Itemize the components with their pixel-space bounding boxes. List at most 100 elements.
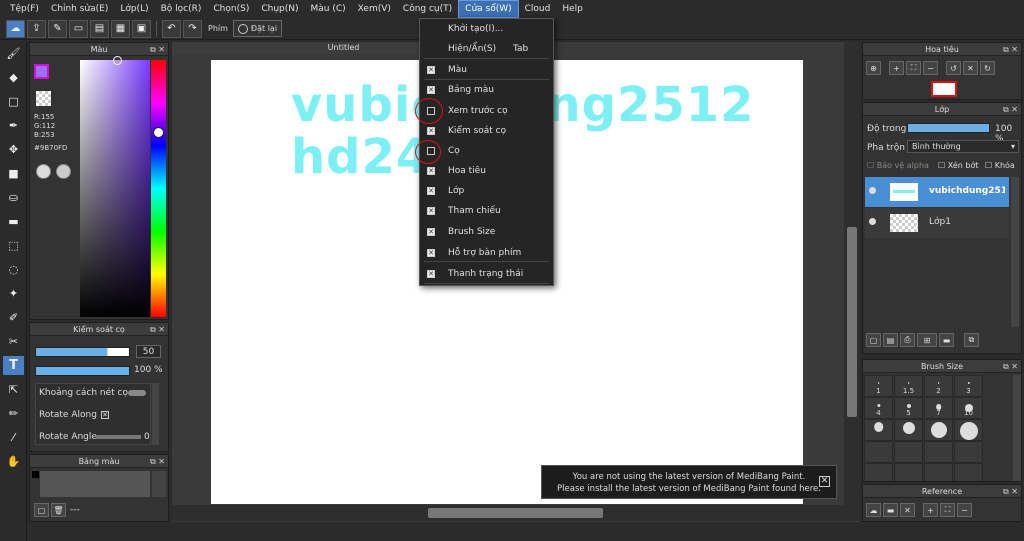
panel-controls-icon[interactable]: ⧉ ✕ [1003,485,1018,498]
chat-icon[interactable]: ▭ [69,19,88,38]
zoom-in-icon[interactable]: + [923,503,938,517]
visibility-icon[interactable] [869,187,876,194]
hue-cursor[interactable] [153,127,164,138]
zoom-out-icon[interactable]: − [923,61,938,75]
window-menu-item[interactable]: ✕ Hoa tiêu [420,162,553,180]
brush-size-cell[interactable] [954,441,983,463]
delete-palette-icon[interactable]: 🗑 [51,503,66,517]
select-rect-icon[interactable]: ⬚ [3,236,24,255]
brush-size-cell[interactable]: 7 [924,397,953,419]
brush-icon[interactable]: 🖌 [3,44,24,63]
brush-size-cell[interactable] [894,463,923,481]
color-mix-icon[interactable] [56,164,71,179]
hue-slider[interactable] [151,60,166,317]
new-8bit-layer-icon[interactable]: ⎙ [900,333,915,347]
brush-size-cell[interactable] [864,463,893,481]
palette-scrollbar[interactable] [152,471,166,497]
menu-item[interactable]: Cloud [519,0,557,18]
canvas-horizontal-scrollbar[interactable] [172,505,860,521]
brush-size-scrollbar[interactable] [1013,375,1021,481]
window-menu-item[interactable]: Hiện/Ẩn(S) Tab [420,40,553,58]
brush-size-slider[interactable] [35,347,130,357]
menu-item[interactable]: Help [556,0,589,18]
menu-item[interactable]: Bộ lọc(R) [155,0,208,18]
brush-size-cell[interactable] [924,463,953,481]
panel-controls-icon[interactable]: ⧉ ✕ [150,43,165,56]
clip[interactable]: ☐ Xén bớt [938,161,978,170]
brush-size-cell[interactable] [924,441,953,463]
menu-item[interactable]: Màu (C) [305,0,352,18]
fit-icon[interactable]: ⛶ [906,61,921,75]
picker-icon[interactable]: ⁄ [3,428,24,447]
sv-cursor[interactable] [113,56,122,65]
open-folder-icon[interactable]: ▬ [883,503,898,517]
brush-size-cell[interactable]: 3 [954,375,983,397]
new-layer-icon[interactable]: ▢ [866,333,881,347]
select-pen-icon[interactable]: ✐ [3,308,24,327]
reset-button[interactable]: Đặt lại [232,20,283,37]
zoom-out-icon[interactable]: − [957,503,972,517]
zoom-icon[interactable]: ⊕ [866,61,881,75]
primary-color-swatch[interactable] [34,64,49,79]
panel-controls-icon[interactable]: ⧉ ✕ [1003,43,1018,56]
brush-size-cell[interactable]: 5 [894,397,923,419]
close-icon[interactable]: ✕ [900,503,915,517]
update-notification[interactable]: You are not using the latest version of … [541,465,837,499]
window-menu-item[interactable]: ✕ Tham chiếu [420,202,553,220]
brush-size-cell[interactable] [954,463,983,481]
rotate-along-checkbox[interactable]: ✕ [101,411,109,419]
window-menu-item[interactable]: ✕ Brush Size [420,223,553,241]
new-palette-icon[interactable]: ▢ [34,503,49,517]
menu-item[interactable]: Chụp(N) [255,0,304,18]
export-icon[interactable]: ⇪ [27,19,46,38]
panel-controls-icon[interactable]: ⧉ ✕ [150,455,165,468]
window-menu-item[interactable]: ✕ Thanh trạng thái [420,265,553,283]
page-icon[interactable]: ▣ [132,19,151,38]
window-menu-item[interactable]: ✕ Màu [420,61,553,79]
brush-size-cell[interactable] [894,419,923,441]
menu-item[interactable]: Tệp(F) [4,0,45,18]
menu-item[interactable]: Cửa sổ(W) [458,0,519,18]
menu-item[interactable]: Chọn(S) [207,0,255,18]
pen-icon[interactable]: ✒ [3,116,24,135]
brush-size-cell[interactable] [864,441,893,463]
color-wheel-icon[interactable] [36,164,51,179]
canvas-vertical-scrollbar[interactable] [844,42,860,505]
lock[interactable]: ☐ Khóa [985,161,1015,170]
layer-scrollbar[interactable] [1011,177,1019,327]
hand-icon[interactable]: ✋ [3,452,24,471]
brush-size-cell[interactable] [954,419,983,441]
zoom-in-icon[interactable]: + [889,61,904,75]
layer-row-selected[interactable]: vubichdung2512 [865,177,1009,207]
grid-icon[interactable]: ▦ [111,19,130,38]
magic-wand-icon[interactable]: ✦ [3,284,24,303]
brush-size-cell[interactable] [924,419,953,441]
window-menu-item[interactable]: ✕ Kiểm soát cọ [420,122,553,140]
document-icon[interactable]: ▤ [90,19,109,38]
layer-row[interactable]: Lớp1 [865,208,1009,238]
visibility-icon[interactable] [869,218,876,225]
hscroll-thumb[interactable] [428,508,603,518]
folder-icon[interactable]: ▬ [939,333,954,347]
navigator-preview[interactable] [931,81,957,97]
select-eraser-icon[interactable]: ✂ [3,332,24,351]
brush-opacity-slider[interactable] [35,366,130,376]
window-menu-item[interactable]: ✕ Hỗ trợ bàn phím [420,244,553,262]
eyedropper-icon[interactable]: ✏ [3,404,24,423]
brush-size-cell[interactable] [894,441,923,463]
window-menu-item[interactable]: Khởi tạo(I)... [420,20,553,38]
close-icon[interactable]: ✕ [819,476,830,487]
reset-rotation-icon[interactable]: ✕ [963,61,978,75]
gradient-icon[interactable]: ▬ [3,212,24,231]
palette-swatch-black[interactable] [32,471,39,478]
rotate-angle-slider[interactable] [96,435,141,439]
brush-size-value[interactable]: 50 [136,345,161,358]
panel-controls-icon[interactable]: ⧉ ✕ [1003,360,1018,373]
lasso-icon[interactable]: ◌ [3,260,24,279]
menu-item[interactable]: Lớp(L) [114,0,154,18]
new-halftone-layer-icon[interactable]: ▤ [883,333,898,347]
menu-item[interactable]: Xem(V) [352,0,397,18]
window-menu-item[interactable]: ✕ Bảng màu [420,81,553,99]
move-icon[interactable]: ✥ [3,140,24,159]
rotate-left-icon[interactable]: ↺ [946,61,961,75]
